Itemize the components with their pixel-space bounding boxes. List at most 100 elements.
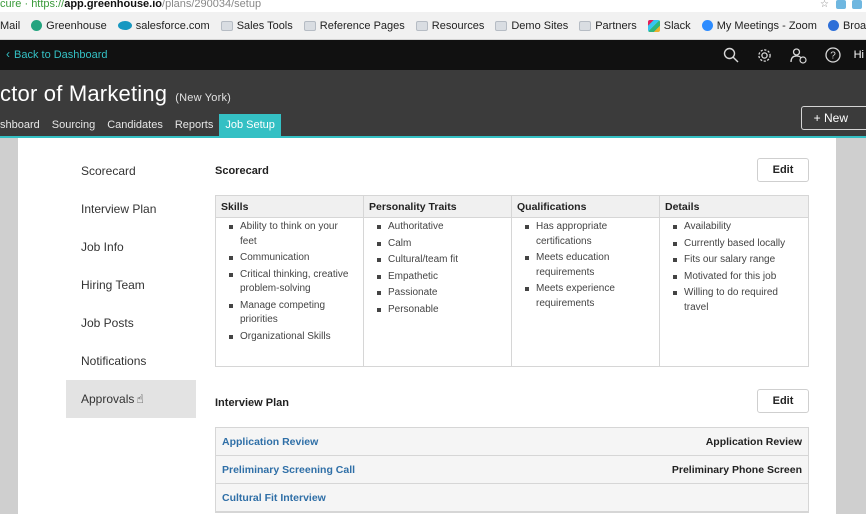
broadway-icon: [827, 20, 839, 31]
list-item: Willing to do required travel: [672, 286, 800, 315]
bookmark-slack[interactable]: Slack: [647, 19, 691, 32]
list-item: Meets education requirements: [524, 251, 651, 280]
address-bar[interactable]: cure · https://app.greenhouse.io/plans/2…: [0, 0, 866, 12]
bookmark-star-icon[interactable]: ☆: [820, 0, 830, 10]
sidebar-item-interview-plan[interactable]: Interview Plan: [66, 190, 196, 228]
bookmark-reference-pages[interactable]: Reference Pages: [303, 20, 405, 32]
tab-candidates[interactable]: Candidates: [101, 114, 169, 136]
job-tabs: shboard Sourcing Candidates Reports Job …: [0, 112, 281, 136]
stage-link[interactable]: Preliminary Screening Call: [222, 464, 355, 476]
list-item: Cultural/team fit: [376, 253, 503, 268]
job-location: (New York): [175, 92, 232, 104]
scorecard-title: Scorecard: [215, 165, 269, 177]
bookmark-mail[interactable]: Mail: [0, 20, 20, 32]
gear-icon[interactable]: [748, 40, 782, 70]
page-gutter: [836, 138, 866, 514]
bookmark-salesforce[interactable]: salesforce.com: [117, 20, 210, 32]
scorecard-column-details: Details Availability Currently based loc…: [660, 196, 808, 366]
url-text[interactable]: cure · https://app.greenhouse.io/plans/2…: [0, 0, 261, 10]
stage-link[interactable]: Application Review: [222, 436, 318, 448]
extension-icon[interactable]: [836, 0, 846, 9]
list-item: Authoritative: [376, 220, 503, 235]
job-header: ctor of Marketing (New York) + New shboar…: [0, 70, 866, 138]
greenhouse-icon: [31, 20, 43, 31]
interview-plan-edit-button[interactable]: Edit: [757, 389, 809, 413]
sidebar-item-job-posts[interactable]: Job Posts: [66, 304, 196, 342]
list-item: Motivated for this job: [672, 270, 800, 285]
sidebar-item-hiring-team[interactable]: Hiring Team: [66, 266, 196, 304]
tab-reports[interactable]: Reports: [169, 114, 220, 136]
tab-job-setup[interactable]: Job Setup: [219, 114, 281, 136]
interview-name: Preliminary Phone Screen: [671, 463, 802, 476]
column-header: Qualifications: [512, 196, 659, 218]
bookmark-zoom[interactable]: My Meetings - Zoom: [701, 20, 817, 32]
list-item: Empathetic: [376, 270, 503, 285]
top-nav: ‹ Back to Dashboard ? Hi: [0, 40, 866, 70]
bookmarks-bar: Mail Greenhouse salesforce.com Sales Too…: [0, 12, 866, 40]
extension-icon[interactable]: [852, 0, 862, 9]
column-header: Details: [660, 196, 808, 218]
list-item: Passionate: [376, 286, 503, 301]
bookmark-greenhouse[interactable]: Greenhouse: [31, 20, 107, 32]
tab-sourcing[interactable]: Sourcing: [46, 114, 101, 136]
new-button[interactable]: + New: [800, 106, 866, 130]
sidebar-item-notifications[interactable]: Notifications: [66, 342, 196, 380]
chevron-left-icon: ‹: [6, 47, 10, 61]
hand-cursor-icon: ☝: [136, 392, 144, 406]
back-to-dashboard-link[interactable]: ‹ Back to Dashboard: [6, 47, 108, 61]
sidebar-item-scorecard[interactable]: Scorecard: [66, 152, 196, 190]
search-icon[interactable]: [714, 40, 748, 70]
interview-plan-table: Application Review Application Review Pr…: [215, 427, 809, 513]
job-title: ctor of Marketing (New York): [0, 81, 232, 106]
list-item: Has appropriate certifications: [524, 220, 651, 249]
column-header: Skills: [216, 196, 363, 218]
svg-text:?: ?: [830, 51, 836, 62]
list-item: Calm: [376, 237, 503, 252]
column-header: Personality Traits: [364, 196, 511, 218]
bookmark-resources[interactable]: Resources: [415, 20, 484, 32]
interview-name: Application Review: [705, 435, 802, 448]
interview-plan-title: Interview Plan: [215, 397, 289, 409]
folder-icon: [579, 20, 592, 31]
table-row: Application Review Application Review: [216, 428, 808, 456]
list-item: Communication: [228, 251, 355, 266]
list-item: Meets experience requirements: [524, 282, 651, 311]
folder-icon: [415, 20, 428, 31]
help-icon[interactable]: ?: [816, 40, 850, 70]
bookmark-demo-sites[interactable]: Demo Sites: [495, 20, 568, 32]
interview-plan-header: Interview Plan Edit: [215, 389, 809, 423]
job-setup-page: Scorecard Interview Plan Job Info Hiring…: [18, 138, 836, 514]
scorecard-edit-button[interactable]: Edit: [757, 158, 809, 182]
scorecard-table: Skills Ability to think on your feet Com…: [215, 195, 809, 367]
slack-icon: [647, 19, 660, 32]
list-item: Availability: [672, 220, 800, 235]
tab-dashboard[interactable]: shboard: [0, 114, 46, 136]
bookmark-sales-tools[interactable]: Sales Tools: [220, 20, 293, 32]
folder-icon: [495, 20, 508, 31]
list-item: Manage competing priorities: [228, 299, 355, 328]
stage-link[interactable]: Cultural Fit Interview: [222, 492, 326, 504]
sidebar-item-job-info[interactable]: Job Info: [66, 228, 196, 266]
user-greeting[interactable]: Hi: [850, 49, 866, 61]
bookmark-partners[interactable]: Partners: [579, 20, 637, 32]
folder-icon: [303, 20, 316, 31]
list-item: Organizational Skills: [228, 330, 355, 345]
scorecard-column-qualifications: Qualifications Has appropriate certifica…: [512, 196, 660, 366]
table-row: Preliminary Screening Call Preliminary P…: [216, 456, 808, 484]
list-item: Ability to think on your feet: [228, 220, 355, 249]
salesforce-icon: [117, 21, 132, 30]
user-add-icon[interactable]: [782, 40, 816, 70]
list-item: Critical thinking, creative problem-solv…: [228, 268, 355, 297]
list-item: Fits our salary range: [672, 253, 800, 268]
bookmark-broadway[interactable]: Broadway Lot: [827, 20, 866, 32]
scorecard-column-skills: Skills Ability to think on your feet Com…: [216, 196, 364, 366]
table-row: Cultural Fit Interview: [216, 484, 808, 512]
list-item: Currently based locally: [672, 237, 800, 252]
scorecard-header: Scorecard Edit: [215, 158, 809, 192]
setup-sidebar: Scorecard Interview Plan Job Info Hiring…: [66, 138, 196, 418]
list-item: Personable: [376, 303, 503, 318]
scorecard-column-personality-traits: Personality Traits Authoritative Calm Cu…: [364, 196, 512, 366]
zoom-icon: [701, 20, 713, 31]
folder-icon: [220, 20, 233, 31]
sidebar-item-approvals[interactable]: Approvals ☝: [66, 380, 196, 418]
